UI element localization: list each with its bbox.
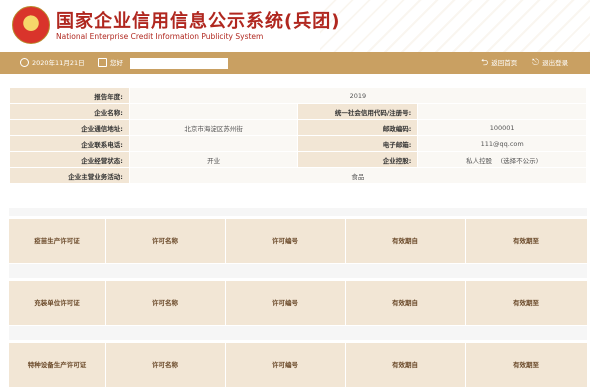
- toolbar: 2020年11月21日 您好 ⮌ 返回首页 ⎋ 退出登录: [0, 52, 590, 74]
- credit-code-label: 统一社会信用代码/注册号:: [297, 103, 419, 120]
- logout-icon: ⎋: [532, 58, 540, 68]
- license-title: 充装单位许可证: [34, 299, 80, 307]
- license-section-special-equipment: 特种设备生产许可证 许可名称 许可编号 有效期自 有效期至: [9, 343, 587, 387]
- address-label: 企业通信地址:: [9, 119, 130, 136]
- control-value: 私人控股 (选择不公示): [417, 151, 587, 168]
- logout-label: 退出登录: [542, 59, 569, 67]
- site-subtitle: National Enterprise Credit Information P…: [56, 32, 264, 41]
- credit-code-value: [417, 103, 587, 120]
- col-valid-to: 有效期至: [513, 237, 539, 245]
- col-valid-from: 有效期自: [392, 361, 418, 369]
- company-name-label: 企业名称:: [9, 103, 130, 120]
- company-name-value: [128, 103, 299, 120]
- email-value: 111@qq.com: [417, 135, 587, 152]
- license-section-vaccine: 疫苗生产许可证 许可名称 许可编号 有效期自 有效期至: [9, 219, 587, 263]
- header-pattern: [320, 0, 590, 52]
- address-value: 北京市海淀区苏州街: [128, 119, 299, 136]
- postcode-label: 邮政编码:: [297, 119, 419, 136]
- table-row: 企业名称: 统一社会信用代码/注册号:: [9, 103, 587, 120]
- col-valid-from: 有效期自: [392, 299, 418, 307]
- email-label: 电子邮箱:: [297, 135, 419, 152]
- user-greeting: 您好: [98, 52, 123, 74]
- status-label: 企业经营状态:: [9, 151, 130, 168]
- clock-icon: [20, 57, 29, 67]
- back-home-label: 返回首页: [491, 59, 518, 67]
- col-license-name: 许可名称: [152, 361, 178, 369]
- col-license-number: 许可编号: [272, 361, 298, 369]
- logout-button[interactable]: ⎋ 退出登录: [532, 52, 568, 74]
- col-license-name: 许可名称: [152, 237, 178, 245]
- back-arrow-icon: ⮌: [481, 58, 489, 68]
- table-row: 报告年度: 2019: [9, 87, 588, 104]
- license-title: 疫苗生产许可证: [34, 237, 80, 245]
- username-field: [130, 58, 228, 69]
- postcode-value: 100001: [417, 119, 587, 136]
- table-row: 企业联系电话: 电子邮箱: 111@qq.com: [9, 135, 587, 152]
- site-title: 国家企业信用信息公示系统(兵团): [56, 11, 341, 32]
- section-gap: [9, 264, 587, 278]
- col-valid-to: 有效期至: [513, 299, 539, 307]
- greeting-text: 您好: [110, 59, 123, 67]
- col-valid-to: 有效期至: [513, 361, 539, 369]
- company-info-table: 报告年度: 2019 企业名称: 统一社会信用代码/注册号: 企业通信地址: 北…: [9, 87, 588, 184]
- section-gap: [9, 208, 587, 216]
- date-text: 2020年11月21日: [32, 59, 85, 67]
- table-row: 企业经营状态: 开业 企业控股: 私人控股 (选择不公示): [9, 151, 587, 168]
- col-license-name: 许可名称: [152, 299, 178, 307]
- section-gap: [9, 326, 587, 340]
- report-year-label: 报告年度:: [9, 87, 130, 104]
- status-value: 开业: [128, 151, 299, 168]
- back-home-button[interactable]: ⮌ 返回首页: [481, 52, 517, 74]
- site-header: 国家企业信用信息公示系统(兵团) National Enterprise Cre…: [0, 0, 590, 52]
- phone-value: [128, 135, 299, 152]
- col-license-number: 许可编号: [272, 237, 298, 245]
- business-label: 企业主营业务活动:: [9, 167, 130, 184]
- report-year-value: 2019: [128, 87, 588, 104]
- control-label: 企业控股:: [297, 151, 419, 168]
- table-row: 企业通信地址: 北京市海淀区苏州街 邮政编码: 100001: [9, 119, 587, 136]
- col-valid-from: 有效期自: [392, 237, 418, 245]
- phone-label: 企业联系电话:: [9, 135, 130, 152]
- national-emblem-icon: [12, 6, 50, 44]
- col-license-number: 许可编号: [272, 299, 298, 307]
- business-value: 食品: [128, 167, 588, 184]
- user-icon: [98, 57, 107, 67]
- table-row: 企业主营业务活动: 食品: [9, 167, 588, 184]
- date-display: 2020年11月21日: [20, 52, 85, 74]
- license-title: 特种设备生产许可证: [27, 361, 87, 369]
- license-section-filling: 充装单位许可证 许可名称 许可编号 有效期自 有效期至: [9, 281, 587, 325]
